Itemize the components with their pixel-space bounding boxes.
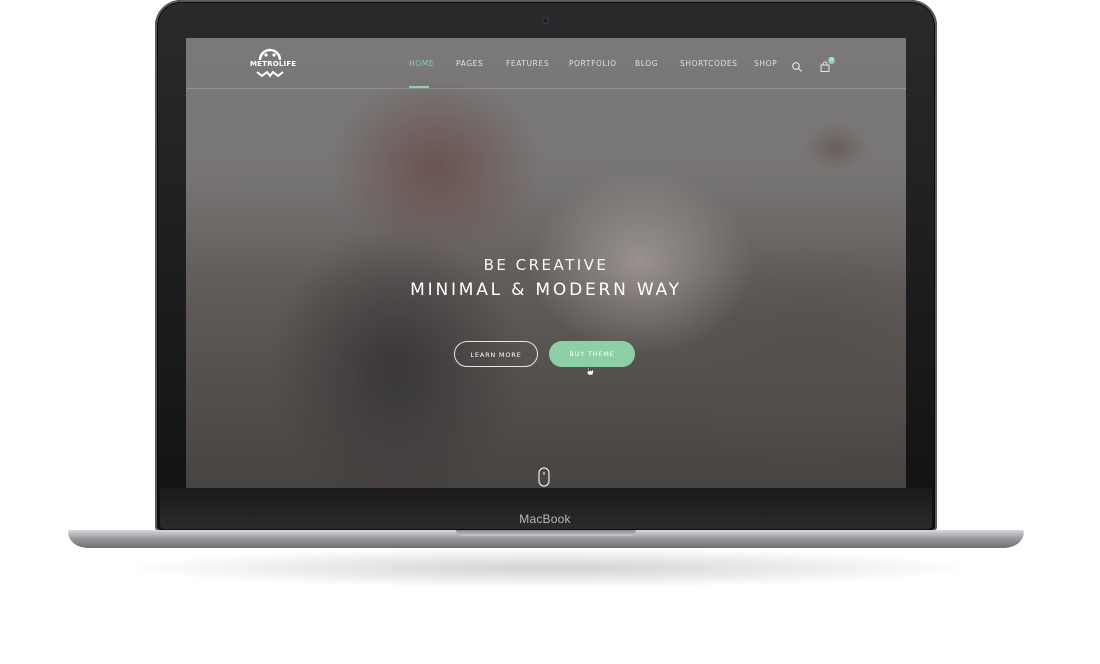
top-navigation: METROLIFE HOME PAGES FEATURES PORTFOLIO … bbox=[186, 38, 906, 89]
nav-item-home[interactable]: HOME bbox=[409, 58, 434, 70]
learn-more-button[interactable]: LEARN MORE bbox=[454, 341, 538, 367]
hand-cursor-icon bbox=[586, 361, 594, 376]
nav-item-features[interactable]: FEATURES bbox=[506, 58, 549, 70]
camera-icon bbox=[542, 17, 549, 24]
hero-title: MINIMAL & MODERN WAY bbox=[410, 280, 682, 300]
nav-item-pages[interactable]: PAGES bbox=[456, 58, 483, 70]
nav-item-blog[interactable]: BLOG bbox=[635, 58, 658, 70]
nav-item-portfolio[interactable]: PORTFOLIO bbox=[569, 58, 617, 70]
cart-count-badge: 0 bbox=[828, 57, 835, 64]
mouse-scroll-icon[interactable] bbox=[538, 467, 550, 487]
site-logo[interactable]: METROLIFE bbox=[250, 46, 297, 80]
laptop-shadow bbox=[120, 548, 980, 588]
active-nav-underline bbox=[409, 86, 429, 88]
search-icon[interactable] bbox=[791, 58, 803, 72]
website-screen: METROLIFE HOME PAGES FEATURES PORTFOLIO … bbox=[186, 38, 906, 488]
laptop-brand-label: MacBook bbox=[519, 512, 571, 526]
logo-text: METROLIFE bbox=[250, 60, 297, 68]
nav-item-shop[interactable]: SHOP bbox=[754, 58, 777, 70]
nav-item-shortcodes[interactable]: SHORTCODES bbox=[680, 58, 738, 70]
hero-subtitle: BE CREATIVE bbox=[483, 256, 609, 274]
laptop-base-notch bbox=[456, 530, 636, 536]
